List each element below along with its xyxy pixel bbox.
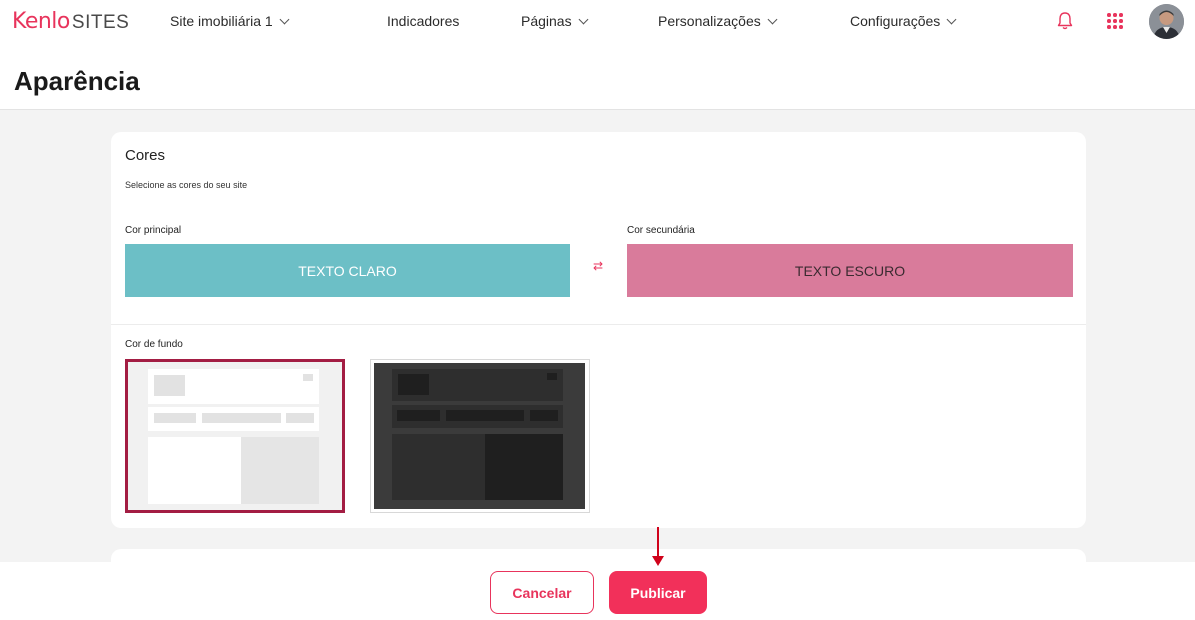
site-selector-label: Site imobiliária 1 — [170, 13, 273, 29]
mock-sidebar — [241, 437, 319, 504]
nav-paginas[interactable]: Páginas — [521, 13, 589, 29]
mock-content — [148, 437, 241, 504]
mock-menu-item — [530, 410, 558, 421]
site-selector-dropdown[interactable]: Site imobiliária 1 — [170, 13, 290, 29]
card-subtitle: Selecione as cores do seu site — [125, 180, 248, 190]
user-avatar[interactable] — [1149, 4, 1184, 39]
chevron-down-icon — [279, 14, 290, 24]
top-navbar: Kenlo SITES Site imobiliária 1 Indicador… — [0, 0, 1195, 44]
nav-label: Páginas — [521, 13, 572, 29]
primary-color-label: Cor principal — [125, 225, 182, 236]
nav-configuracoes[interactable]: Configurações — [850, 13, 957, 29]
mock-menu-item — [397, 410, 440, 421]
secondary-color-swatch[interactable]: TEXTO ESCURO — [627, 244, 1073, 297]
swap-colors-icon[interactable]: ⇄ — [593, 259, 603, 273]
mock-menu-item — [286, 413, 314, 423]
annotation-arrow-head — [652, 556, 664, 566]
chevron-down-icon — [767, 14, 778, 24]
bell-icon[interactable] — [1057, 11, 1073, 31]
kenlo-sites-logo[interactable]: Kenlo SITES — [12, 9, 129, 34]
background-color-label: Cor de fundo — [125, 339, 183, 350]
secondary-swatch-text: TEXTO ESCURO — [794, 262, 906, 279]
mock-menu-item — [202, 413, 281, 423]
background-option-dark[interactable] — [370, 359, 590, 513]
logo-product: SITES — [71, 12, 130, 33]
section-divider — [111, 324, 1086, 325]
colors-card: Cores Selecione as cores do seu site Cor… — [111, 132, 1086, 528]
mock-icon — [547, 373, 557, 380]
mock-sidebar — [485, 434, 563, 500]
background-option-light[interactable] — [125, 359, 345, 513]
mock-content — [392, 434, 485, 500]
primary-color-swatch[interactable]: TEXTO CLARO — [125, 244, 570, 297]
page-title: Aparência — [14, 66, 140, 96]
primary-swatch-text: TEXTO CLARO — [298, 262, 397, 279]
publish-button[interactable]: Publicar — [609, 571, 707, 614]
annotation-arrow-line — [657, 527, 659, 557]
nav-personalizacoes[interactable]: Personalizações — [658, 13, 778, 29]
cancel-button[interactable]: Cancelar — [490, 571, 594, 614]
mock-logo — [398, 374, 429, 395]
nav-label: Indicadores — [387, 13, 460, 29]
page-header: Aparência — [0, 44, 1195, 110]
mock-icon — [303, 374, 313, 381]
mock-logo — [154, 375, 185, 396]
apps-grid-icon[interactable] — [1107, 13, 1123, 29]
nav-label: Configurações — [850, 13, 941, 29]
mock-menu-item — [446, 410, 524, 421]
nav-indicadores[interactable]: Indicadores — [387, 13, 459, 29]
mock-menu-item — [154, 413, 196, 423]
action-footer: Cancelar Publicar — [0, 562, 1195, 620]
logo-brand: Kenlo — [12, 9, 70, 34]
chevron-down-icon — [578, 14, 589, 24]
card-title: Cores — [125, 147, 166, 164]
secondary-color-label: Cor secundária — [627, 225, 695, 236]
chevron-down-icon — [946, 14, 957, 24]
nav-label: Personalizações — [658, 13, 761, 29]
